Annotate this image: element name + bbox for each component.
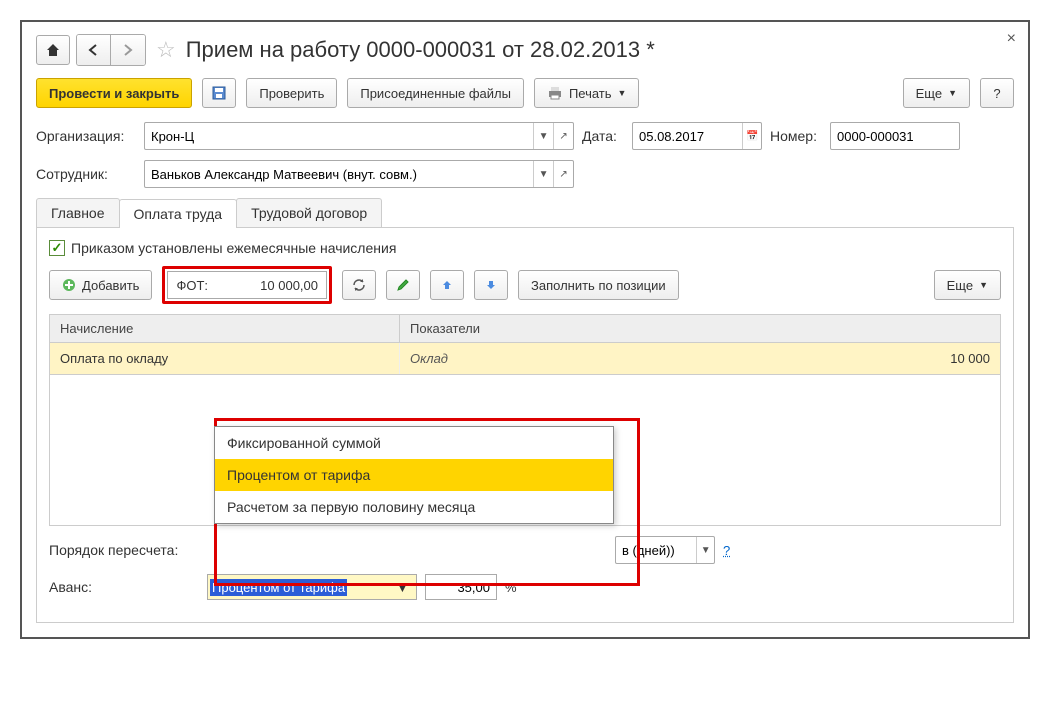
home-button[interactable] xyxy=(36,35,70,65)
recalc-field[interactable]: ▼ xyxy=(615,536,715,564)
printer-icon xyxy=(547,86,563,100)
arrow-up-icon xyxy=(441,279,453,291)
dropdown-item-percent[interactable]: Процентом от тарифа xyxy=(215,459,613,491)
tab-main[interactable]: Главное xyxy=(36,198,120,227)
number-input[interactable] xyxy=(831,123,959,149)
payroll-panel: ✓ Приказом установлены ежемесячные начис… xyxy=(36,228,1014,623)
number-label: Номер: xyxy=(770,128,822,144)
advance-type-field[interactable]: Процентом от тарифа ▼ xyxy=(207,574,417,600)
close-icon[interactable]: × xyxy=(1007,30,1016,48)
tab-payroll[interactable]: Оплата труда xyxy=(119,199,238,228)
page-title: Прием на работу 0000-000031 от 28.02.201… xyxy=(186,37,655,63)
save-button[interactable] xyxy=(202,78,236,108)
calendar-icon[interactable]: 📅 xyxy=(742,123,761,149)
tab-contract[interactable]: Трудовой договор xyxy=(236,198,382,227)
advance-row: Аванс: Процентом от тарифа ▼ % xyxy=(49,574,1001,600)
number-field[interactable] xyxy=(830,122,960,150)
employee-input[interactable] xyxy=(145,161,533,187)
org-row: Организация: ▼ ↗ Дата: 📅 Номер: xyxy=(36,122,1014,150)
accruals-toolbar: Добавить ФОТ: 10 000,00 Заполнить по поз… xyxy=(49,266,1001,304)
employee-label: Сотрудник: xyxy=(36,166,136,182)
plus-icon xyxy=(62,278,76,292)
attachments-button[interactable]: Присоединенные файлы xyxy=(347,78,524,108)
print-button[interactable]: Печать ▼ xyxy=(534,78,640,108)
table-header: Начисление Показатели xyxy=(50,315,1000,343)
add-button[interactable]: Добавить xyxy=(49,270,152,300)
chevron-down-icon[interactable]: ▼ xyxy=(533,161,553,187)
cell-accrual-name: Оплата по окладу xyxy=(50,343,400,374)
employee-row: Сотрудник: ▼ ↗ xyxy=(36,160,1014,188)
advance-type-value: Процентом от тарифа xyxy=(210,579,347,596)
advance-percent-input[interactable] xyxy=(425,574,497,600)
pencil-icon xyxy=(396,278,410,292)
org-label: Организация: xyxy=(36,128,136,144)
forward-button[interactable] xyxy=(111,35,145,65)
arrow-down-icon xyxy=(485,279,497,291)
bottom-area: Фиксированной суммой Процентом от тарифа… xyxy=(49,536,1001,600)
main-toolbar: Провести и закрыть Проверить Присоединен… xyxy=(36,78,1014,108)
recalc-row: Порядок пересчета: ▼ ? xyxy=(49,536,1001,564)
fot-value: 10 000,00 xyxy=(216,278,326,293)
advance-label: Аванс: xyxy=(49,579,199,595)
panel-more-button[interactable]: Еще ▼ xyxy=(934,270,1001,300)
verify-button[interactable]: Проверить xyxy=(246,78,337,108)
table-row[interactable]: Оплата по окладу Оклад 10 000 xyxy=(50,343,1000,375)
cell-indicator: Оклад xyxy=(400,343,890,374)
help-button[interactable]: ? xyxy=(980,78,1014,108)
checkbox-label: Приказом установлены ежемесячные начисле… xyxy=(71,240,396,256)
recalc-label: Порядок пересчета: xyxy=(49,542,199,558)
dropdown-item-halfmonth[interactable]: Расчетом за первую половину месяца xyxy=(215,491,613,523)
favorite-star-icon[interactable]: ☆ xyxy=(156,37,176,63)
monthly-accruals-checkbox-row: ✓ Приказом установлены ежемесячные начис… xyxy=(49,240,1001,256)
checkbox-icon[interactable]: ✓ xyxy=(49,240,65,256)
fill-by-position-button[interactable]: Заполнить по позиции xyxy=(518,270,679,300)
post-and-close-button[interactable]: Провести и закрыть xyxy=(36,78,192,108)
chevron-down-icon: ▼ xyxy=(618,88,627,98)
more-button[interactable]: Еще ▼ xyxy=(903,78,970,108)
nav-back-forward xyxy=(76,34,146,66)
open-icon[interactable]: ↗ xyxy=(553,123,573,149)
org-field[interactable]: ▼ ↗ xyxy=(144,122,574,150)
tabs: Главное Оплата труда Трудовой договор xyxy=(36,198,1014,228)
move-up-button[interactable] xyxy=(430,270,464,300)
chevron-down-icon[interactable]: ▼ xyxy=(533,123,553,149)
back-button[interactable] xyxy=(77,35,111,65)
move-down-button[interactable] xyxy=(474,270,508,300)
date-label: Дата: xyxy=(582,128,624,144)
fot-display: ФОТ: 10 000,00 xyxy=(167,271,327,299)
open-icon[interactable]: ↗ xyxy=(553,161,573,187)
date-field[interactable]: 📅 xyxy=(632,122,762,150)
edit-button[interactable] xyxy=(386,270,420,300)
titlebar: ☆ Прием на работу 0000-000031 от 28.02.2… xyxy=(36,34,1014,66)
chevron-down-icon[interactable]: ▼ xyxy=(396,580,416,595)
chevron-down-icon[interactable]: ▼ xyxy=(696,537,714,563)
chevron-down-icon: ▼ xyxy=(948,88,957,98)
dropdown-item-fixed[interactable]: Фиксированной суммой xyxy=(215,427,613,459)
org-input[interactable] xyxy=(145,123,533,149)
document-window: × ☆ Прием на работу 0000-000031 от 28.02… xyxy=(20,20,1030,639)
recalc-input[interactable] xyxy=(616,537,696,563)
percent-unit: % xyxy=(505,580,517,595)
refresh-button[interactable] xyxy=(342,270,376,300)
col-accrual: Начисление xyxy=(50,315,400,342)
advance-type-dropdown: Фиксированной суммой Процентом от тарифа… xyxy=(214,426,614,524)
help-link[interactable]: ? xyxy=(723,543,730,558)
date-input[interactable] xyxy=(633,123,742,149)
chevron-down-icon: ▼ xyxy=(979,280,988,290)
refresh-icon xyxy=(352,278,366,292)
col-indicators: Показатели xyxy=(400,315,1000,342)
floppy-icon xyxy=(211,85,227,101)
fot-label: ФОТ: xyxy=(168,278,216,293)
employee-field[interactable]: ▼ ↗ xyxy=(144,160,574,188)
fot-highlight: ФОТ: 10 000,00 xyxy=(162,266,332,304)
cell-value: 10 000 xyxy=(890,343,1000,374)
